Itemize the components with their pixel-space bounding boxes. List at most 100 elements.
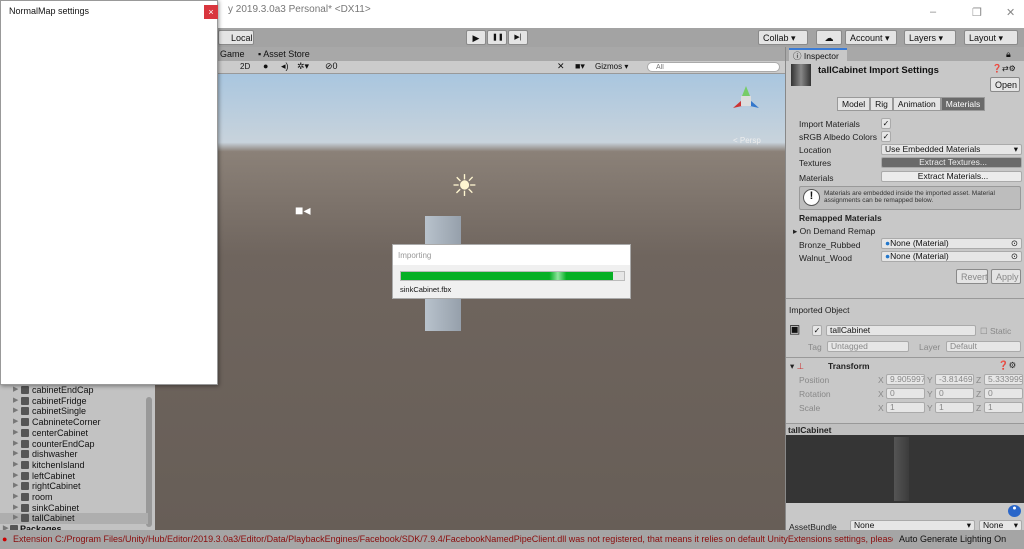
extract-textures-button[interactable]: Extract Textures...: [881, 157, 1022, 168]
static-toggle[interactable]: ☐ Static: [980, 326, 1011, 337]
position-z-field[interactable]: 5.333999: [984, 374, 1023, 385]
scene-search-input[interactable]: [647, 62, 780, 72]
revert-button[interactable]: Revert: [956, 269, 988, 284]
play-button[interactable]: ▶: [466, 30, 486, 45]
project-item[interactable]: ▶ CabnineteCorner: [0, 417, 148, 428]
rotation-z-field[interactable]: 0: [984, 388, 1023, 399]
cloud-button[interactable]: ☁: [816, 30, 842, 45]
model-preview[interactable]: [786, 435, 1024, 503]
expand-arrow-icon[interactable]: ▶: [13, 503, 18, 514]
2d-toggle[interactable]: 2D: [240, 62, 250, 71]
project-item[interactable]: ▶ leftCabinet: [0, 471, 148, 482]
maximize-button[interactable]: ❐: [972, 6, 982, 19]
srgb-checkbox[interactable]: ✓: [881, 131, 891, 142]
scale-x-field[interactable]: 1: [886, 402, 925, 413]
audio-icon[interactable]: ◂): [281, 61, 289, 72]
expand-arrow-icon[interactable]: ▶: [13, 396, 18, 407]
expand-arrow-icon[interactable]: ▶: [13, 460, 18, 471]
subtab-rig[interactable]: Rig: [870, 97, 893, 111]
dialog-close-button[interactable]: ×: [204, 5, 218, 19]
hidden-objects-icon[interactable]: ⊘0: [325, 61, 338, 72]
orientation-gizmo-icon[interactable]: [733, 86, 759, 112]
header-icons[interactable]: ❓⇄⚙: [992, 64, 1016, 73]
project-item[interactable]: ▶ cabinetEndCap: [0, 385, 148, 396]
subtab-animation[interactable]: Animation: [892, 97, 941, 111]
axis-label: Y: [927, 389, 933, 399]
subtab-model[interactable]: Model: [837, 97, 871, 111]
status-bar[interactable]: ● Extension C:/Program Files/Unity/Hub/E…: [0, 530, 1024, 549]
extract-materials-button[interactable]: Extract Materials...: [881, 171, 1022, 182]
tag-dropdown[interactable]: Untagged: [827, 341, 909, 352]
project-item[interactable]: ▶ cabinetSingle: [0, 406, 148, 417]
expand-arrow-icon[interactable]: ▶: [13, 417, 18, 428]
pivot-local-button[interactable]: Local: [218, 30, 254, 45]
project-item[interactable]: ▶ rightCabinet: [0, 481, 148, 492]
open-button[interactable]: Open: [990, 77, 1020, 92]
expand-arrow-icon[interactable]: ▶: [13, 471, 18, 482]
status-message[interactable]: Extension C:/Program Files/Unity/Hub/Edi…: [13, 530, 893, 549]
effects-icon[interactable]: ✲▾: [297, 61, 309, 72]
lighting-icon[interactable]: ●: [263, 61, 268, 71]
expand-arrow-icon[interactable]: ▶: [13, 513, 18, 524]
project-item[interactable]: ▶ sinkCabinet: [0, 503, 148, 514]
import-materials-checkbox[interactable]: ✓: [881, 118, 891, 129]
project-item[interactable]: ▶ room: [0, 492, 148, 503]
project-item[interactable]: ▶ centerCabinet: [0, 428, 148, 439]
scene-view[interactable]: < Persp ☀ ■◂: [155, 74, 785, 530]
close-window-button[interactable]: ✕: [1006, 6, 1015, 19]
import-progress-bar: [400, 271, 625, 281]
expand-arrow-icon[interactable]: ▶: [13, 439, 18, 450]
layer-dropdown[interactable]: Default: [946, 341, 1021, 352]
subtab-materials[interactable]: Materials: [940, 97, 986, 111]
position-y-field[interactable]: -3.81469: [935, 374, 974, 385]
tools-icon[interactable]: ✕: [557, 61, 565, 72]
persp-label[interactable]: < Persp: [733, 136, 761, 145]
project-item[interactable]: ▶ dishwasher: [0, 449, 148, 460]
on-demand-remap-foldout[interactable]: ▸ On Demand Remap: [793, 226, 875, 237]
layers-dropdown[interactable]: Layers ▾: [904, 30, 956, 45]
camera-icon[interactable]: ■▾: [575, 61, 585, 72]
tab-game[interactable]: Game: [220, 49, 245, 59]
project-item[interactable]: ▶ counterEndCap: [0, 439, 148, 450]
project-item[interactable]: ▶ cabinetFridge: [0, 396, 148, 407]
rotation-y-field[interactable]: 0: [935, 388, 974, 399]
gizmos-dropdown[interactable]: Gizmos ▾: [595, 62, 628, 71]
minimize-button[interactable]: –: [930, 6, 936, 18]
model-prefab-icon: [21, 407, 29, 416]
transform-heading: Transform: [828, 361, 870, 371]
active-checkbox[interactable]: ✓: [812, 325, 822, 336]
layout-dropdown[interactable]: Layout ▾: [964, 30, 1018, 45]
expand-arrow-icon[interactable]: ▶: [13, 406, 18, 417]
collab-button[interactable]: Collab ▾: [758, 30, 808, 45]
axis-label: X: [878, 375, 884, 385]
pause-button[interactable]: ❚❚: [487, 30, 507, 45]
expand-arrow-icon[interactable]: ▶: [13, 449, 18, 460]
local-label: Local: [231, 33, 253, 43]
transform-settings-icon[interactable]: ❓⚙: [998, 360, 1016, 371]
sun-light-icon[interactable]: ☀: [451, 172, 478, 202]
location-dropdown[interactable]: Use Embedded Materials ▾: [881, 144, 1022, 155]
remap-field[interactable]: ●None (Material) ⊙: [881, 251, 1022, 262]
scale-z-field[interactable]: 1: [984, 402, 1023, 413]
apply-button[interactable]: Apply: [991, 269, 1021, 284]
remap-field[interactable]: ●None (Material) ⊙: [881, 238, 1022, 249]
label-icon[interactable]: ●: [1008, 505, 1021, 517]
object-name-field[interactable]: tallCabinet: [826, 325, 976, 336]
expand-arrow-icon[interactable]: ▶: [13, 481, 18, 492]
position-x-field[interactable]: 9.905997: [886, 374, 925, 385]
expand-arrow-icon[interactable]: ▶: [13, 428, 18, 439]
tab-inspector[interactable]: ⓘ Inspector: [789, 48, 847, 61]
scale-y-field[interactable]: 1: [935, 402, 974, 413]
preview-header[interactable]: tallCabinet: [786, 423, 1024, 435]
project-item[interactable]: ▶ kitchenIsland: [0, 460, 148, 471]
tab-asset-store[interactable]: ▪ Asset Store: [258, 49, 310, 59]
project-item[interactable]: ▶ tallCabinet: [0, 513, 148, 525]
lock-icon[interactable]: 🔒︎: [1006, 49, 1011, 60]
account-dropdown[interactable]: Account ▾: [845, 30, 897, 45]
expand-arrow-icon[interactable]: ▶: [13, 385, 18, 396]
transform-foldout[interactable]: ▾ ⊥: [790, 361, 804, 372]
camera-gizmo-icon[interactable]: ■◂: [295, 202, 310, 219]
expand-arrow-icon[interactable]: ▶: [13, 492, 18, 503]
step-button[interactable]: ▶|: [508, 30, 528, 45]
rotation-x-field[interactable]: 0: [886, 388, 925, 399]
